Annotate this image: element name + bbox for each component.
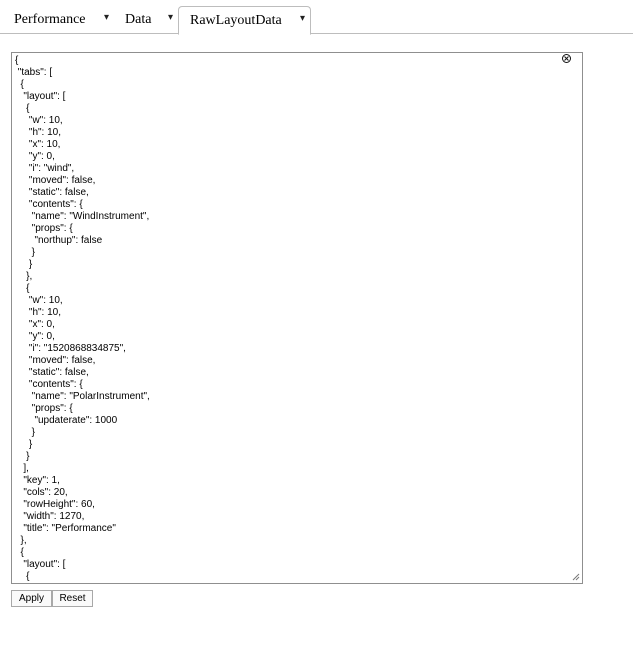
editor-line: {: [15, 79, 24, 90]
editor-line: }: [15, 451, 30, 462]
editor-line: "static": false,: [15, 187, 89, 198]
editor-line: "h": 10,: [15, 307, 62, 318]
editor-line: "static": false,: [15, 367, 89, 378]
tab-divider: [0, 33, 633, 34]
editor-line: {: [15, 55, 19, 66]
editor-line: "w": 10,: [15, 115, 63, 126]
editor-line: "contents": {: [15, 379, 83, 390]
layout-json-editor[interactable]: { "tabs": [ { "layout": [ { "w": 10, "h"…: [11, 52, 583, 584]
editor-line: "y": 0,: [15, 331, 55, 342]
editor-line: "title": "Performance": [15, 523, 116, 534]
tab-data[interactable]: Data ▾: [116, 6, 178, 34]
chevron-down-icon[interactable]: ▾: [104, 12, 109, 23]
editor-line: "props": {: [15, 223, 73, 234]
editor-line: {: [15, 571, 30, 582]
chevron-down-icon[interactable]: ▾: [168, 12, 173, 23]
editor-line: "x": 10,: [15, 139, 61, 150]
editor-line: "name": "WindInstrument",: [15, 211, 150, 222]
clear-icon[interactable]: [562, 54, 571, 63]
editor-line: }: [15, 259, 33, 270]
tab-performance-label: Performance: [14, 12, 86, 27]
editor-line: }: [15, 427, 36, 438]
editor-line: "h": 10,: [15, 127, 62, 138]
editor-line: ],: [15, 463, 29, 474]
tab-performance[interactable]: Performance ▾: [6, 6, 116, 34]
editor-line: "width": 1270,: [15, 511, 85, 522]
editor-line: "x": 0,: [15, 319, 55, 330]
editor-line: },: [15, 271, 33, 282]
editor-line: "props": {: [15, 403, 73, 414]
editor-line: "i": "wind",: [15, 163, 75, 174]
editor-line: "i": "1520868834875",: [15, 343, 126, 354]
tab-bar: Performance ▾ Data ▾ RawLayoutData ▾: [0, 0, 633, 35]
editor-line: "cols": 20,: [15, 487, 68, 498]
editor-line: {: [15, 283, 30, 294]
editor-line: {: [15, 103, 30, 114]
tab-rawlayoutdata[interactable]: RawLayoutData ▾: [178, 6, 311, 35]
editor-line: "rowHeight": 60,: [15, 499, 95, 510]
apply-button[interactable]: Apply: [11, 590, 52, 607]
reset-button[interactable]: Reset: [52, 590, 93, 607]
tab-rawlayoutdata-label: RawLayoutData: [190, 13, 282, 28]
editor-line: "key": 1,: [15, 475, 60, 486]
layout-json-textarea[interactable]: { "tabs": [ { "layout": [ { "w": 10, "h"…: [12, 53, 582, 583]
editor-line: }: [15, 439, 33, 450]
editor-line: {: [15, 547, 24, 558]
editor-line: "name": "PolarInstrument",: [15, 391, 150, 402]
editor-line: "contents": {: [15, 199, 83, 210]
editor-line: }: [15, 247, 36, 258]
editor-line: "northup": false: [15, 235, 103, 246]
resize-handle-icon[interactable]: [572, 573, 580, 581]
editor-line: "moved": false,: [15, 175, 96, 186]
editor-line: "w": 10,: [15, 295, 63, 306]
editor-line: "layout": [: [15, 91, 66, 102]
editor-line: "moved": false,: [15, 355, 96, 366]
editor-line: "updaterate": 1000: [15, 415, 118, 426]
editor-line: "layout": [: [15, 559, 66, 570]
editor-line: },: [15, 535, 27, 546]
chevron-down-icon[interactable]: ▾: [300, 13, 305, 24]
editor-line: "y": 0,: [15, 151, 55, 162]
tab-data-label: Data: [125, 12, 152, 27]
editor-line: "tabs": [: [15, 67, 53, 78]
